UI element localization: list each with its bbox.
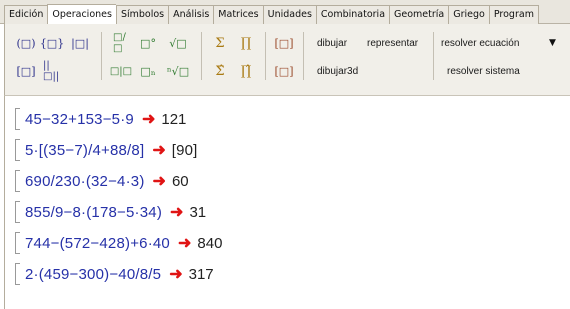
result: 317 [188,265,214,283]
brackets-icon[interactable]: [□] [275,33,294,53]
square-brackets-icon[interactable]: [□] [17,61,36,81]
absolute-value-icon[interactable]: |□| [69,33,91,53]
block-bracket [15,263,20,285]
result: 121 [161,110,187,128]
result: 840 [197,234,223,252]
arrow-icon: ➜ [170,204,184,221]
tab-geometria[interactable]: Geometría [389,5,449,24]
result: 60 [171,172,189,190]
representar-button[interactable]: representar [367,38,418,49]
expression: 744−(572−428)+6·40 [25,234,170,252]
norm-icon[interactable]: ||□|| [43,60,65,82]
nth-root-icon[interactable]: ⁿ√□ [167,61,189,81]
tab-griego[interactable]: Griego [448,5,489,24]
block-bracket [15,232,20,254]
tab-matrices[interactable]: Matrices [213,5,263,24]
arrow-icon: ➜ [152,173,166,190]
block-bracket [15,201,20,223]
expression: 690/230·(32−4·3) [25,172,145,190]
arrow-icon: ➜ [152,142,166,159]
subscript-icon[interactable]: □ₙ [139,61,157,81]
result: [90] [171,141,198,159]
tab-combinatoria[interactable]: Combinatoria [315,5,390,24]
expression: 855/9−8·(178−5·34) [25,203,163,221]
arrow-icon: ➜ [177,235,192,252]
separator [433,32,434,80]
calc-row[interactable]: 45−32+153−5·9 ➜ 121 [25,109,186,129]
tab-operaciones[interactable]: Operaciones [47,4,116,24]
tab-bar: Edición Operaciones Símbolos Análisis Ma… [0,0,570,24]
expression: 2·(459−300)−40/8/5 [25,265,162,283]
calc-row[interactable]: 2·(459−300)−40/8/5 ➜ 317 [25,264,214,284]
separator [265,32,266,80]
calc-row[interactable]: 690/230·(32−4·3) ➜ 60 [25,171,189,191]
tab-simbolos[interactable]: Símbolos [115,5,169,24]
degree-icon[interactable]: □° [139,33,157,53]
calc-row[interactable]: 855/9−8·(178−5·34) ➜ 31 [25,202,206,222]
braces-icon[interactable]: {□} [40,33,64,53]
block-bracket [15,139,20,161]
chevron-down-icon[interactable]: ▼ [549,38,556,48]
dibujar-button[interactable]: dibujar [317,38,347,49]
dibujar3d-button[interactable]: dibujar3d [317,66,358,77]
calc-row[interactable]: 744−(572−428)+6·40 ➜ 840 [25,233,222,253]
separator [101,32,102,80]
division-icon[interactable]: □|□ [109,61,133,81]
tab-edicion[interactable]: Edición [4,5,48,24]
block-bracket [15,108,20,130]
arrow-icon: ➜ [169,266,183,283]
parentheses-icon[interactable]: (□) [17,33,36,53]
tab-programacion[interactable]: Program [488,5,539,24]
fraction-icon[interactable]: □/□ [113,32,131,54]
arrow-icon: ➜ [141,111,156,128]
product-limits-icon[interactable]: ∏̂ [237,61,255,81]
square-root-icon[interactable]: √□ [167,33,189,53]
expression: 5·[(35−7)/4+88/8] [25,141,145,159]
product-icon[interactable]: ∏ [237,33,255,53]
block-bracket [15,170,20,192]
expression: 45−32+153−5·9 [25,110,134,128]
operations-toolbar: (□) {□} |□| □/□ □° √□ Σ ∏ [□] [□] ||□|| … [4,24,570,95]
calc-row[interactable]: 5·[(35−7)/4+88/8] ➜ [90] [25,140,198,160]
tab-unidades[interactable]: Unidades [262,5,316,24]
tabs: Edición Operaciones Símbolos Análisis Ma… [4,4,539,24]
calculation-area[interactable]: 45−32+153−5·9 ➜ 121 5·[(35−7)/4+88/8] ➜ … [4,95,570,309]
list-brackets-icon[interactable]: [□] [275,61,294,81]
separator [201,32,202,80]
resolver-sistema-button[interactable]: resolver sistema [447,66,520,77]
sum-icon[interactable]: Σ [211,33,229,53]
result: 31 [189,203,207,221]
resolver-ecuacion-button[interactable]: resolver ecuación [441,38,519,49]
separator [303,32,304,80]
sum-limits-icon[interactable]: Σ̂ [211,61,229,81]
tab-analisis[interactable]: Análisis [168,5,214,24]
